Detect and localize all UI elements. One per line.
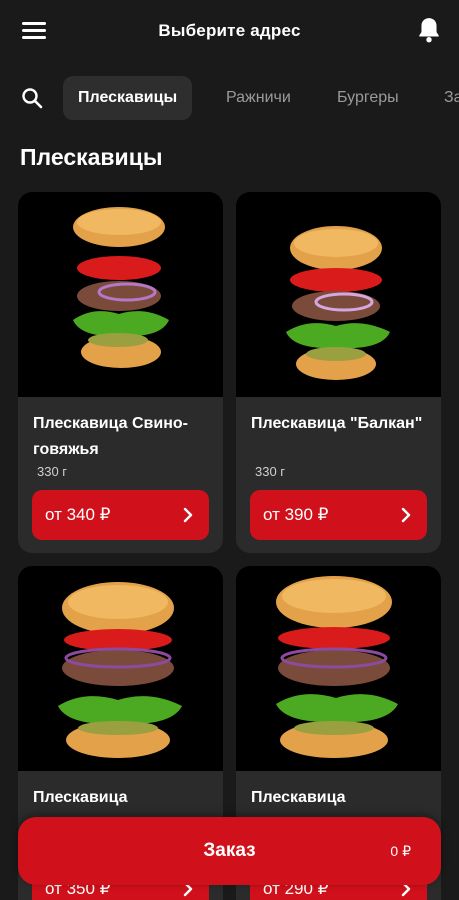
bell-icon[interactable] [416, 16, 442, 44]
product-card[interactable]: Плескавица Свино-говяжья 330 г от 340 ₽ [18, 192, 223, 553]
product-price: от 340 ₽ [45, 505, 111, 524]
order-button[interactable]: Заказ 0 ₽ [18, 817, 441, 885]
order-total: 0 ₽ [390, 843, 411, 859]
product-image [18, 192, 223, 397]
tab-burgers[interactable]: Бургеры [337, 76, 399, 120]
tab-pljeskavica[interactable]: Плескавицы [63, 76, 193, 120]
address-selector[interactable]: Выберите адрес [0, 21, 459, 41]
product-name: Плескавица [251, 789, 346, 806]
category-tabs: Плескавицы Ражничи Бургеры За [0, 76, 459, 120]
product-image [236, 192, 441, 397]
product-name: Плескавица Свино-говяжья [33, 415, 188, 458]
product-name: Плескавица "Балкан" [251, 415, 423, 432]
product-price: от 390 ₽ [263, 505, 329, 524]
tab-next[interactable]: За [444, 76, 459, 120]
add-to-cart-button[interactable]: от 390 ₽ [250, 490, 427, 540]
order-label: Заказ [203, 840, 256, 861]
chevron-right-icon [401, 507, 411, 523]
burger-image [58, 582, 182, 758]
product-name: Плескавица [33, 789, 128, 806]
chevron-right-icon [183, 507, 193, 523]
tab-razhnichi[interactable]: Ражничи [226, 76, 291, 120]
search-icon[interactable] [20, 86, 44, 110]
app-header: Выберите адрес [0, 0, 459, 64]
burger-image [276, 576, 398, 758]
product-image [236, 566, 441, 771]
product-weight: 330 г [255, 464, 286, 479]
burger-image [286, 226, 390, 380]
add-to-cart-button[interactable]: от 340 ₽ [32, 490, 209, 540]
product-weight: 330 г [37, 464, 68, 479]
product-card[interactable]: Плескавица "Балкан" 330 г от 390 ₽ [236, 192, 441, 553]
burger-image [73, 207, 169, 368]
section-title: Плескавицы [20, 144, 163, 170]
product-image [18, 566, 223, 771]
